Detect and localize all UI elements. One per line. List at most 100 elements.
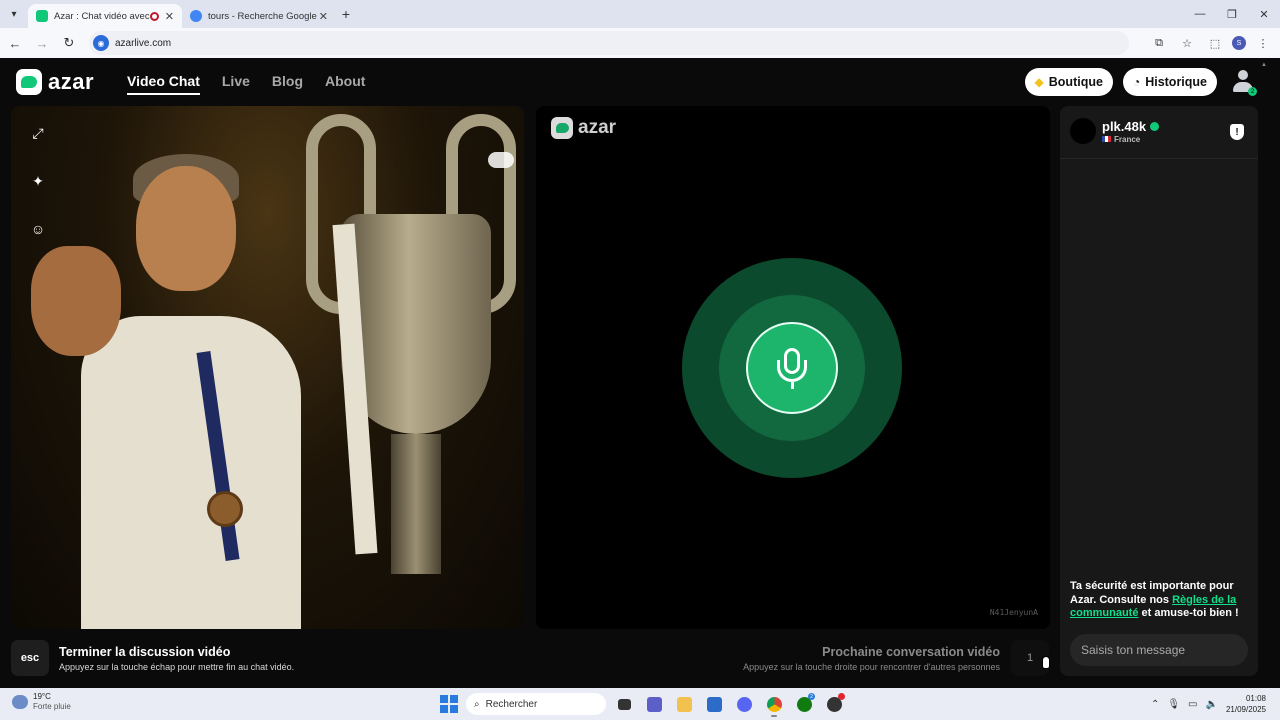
tray-chevron-icon[interactable]: ⌃ [1151,699,1159,710]
report-shield-icon[interactable]: ! [1230,124,1244,140]
safety-text-end: et amuse-toi bien ! [1138,607,1239,619]
close-window-icon[interactable]: ✕ [1248,0,1280,28]
google-favicon-icon [190,10,202,22]
azar-logo-icon [16,69,42,95]
tab-title: Azar : Chat vidéo avec de n [54,10,150,22]
back-icon[interactable]: ← [3,31,27,55]
nav-blog[interactable]: Blog [272,73,303,95]
peer-name: plk.48k [1102,118,1147,134]
esc-key-button[interactable]: esc [11,640,49,676]
main-nav: Video Chat Live Blog About [127,73,365,95]
header-buttons: ◆ Boutique ◔ Historique [1024,68,1217,96]
volume-icon[interactable]: 🔈 [1206,699,1218,710]
chat-divider [1060,158,1258,159]
france-flag-icon [1102,136,1111,142]
toolbar-actions: ⧉ ☆ ⬚ S ⋮ [1148,28,1274,58]
microphone-tray-icon[interactable]: 🎙 [1167,699,1180,710]
clock-time: 01:08 [1245,694,1266,703]
notification-badge: 2 [808,693,815,700]
install-app-icon[interactable]: ⧉ [1148,32,1170,54]
peer-avatar [1070,118,1096,144]
weather-widget[interactable]: 19°C Forte pluie [12,692,71,712]
xbox-icon[interactable]: 2 [792,693,816,715]
windows-start-icon[interactable] [438,693,460,715]
partner-video-view: azar N41JenyunA [536,106,1050,629]
store-icon[interactable] [702,693,726,715]
menu-kebab-icon[interactable]: ⋮ [1252,32,1274,54]
historique-label: Historique [1145,75,1207,89]
browser-toolbar: ← → ↻ ◉ azarlive.com ⧉ ☆ ⬚ S ⋮ [0,28,1280,58]
azar-logo-icon [551,117,573,139]
rain-cloud-icon [12,695,28,709]
window-controls: — ❐ ✕ [1184,0,1280,28]
historique-button[interactable]: ◔ Historique [1122,68,1217,96]
end-chat-title: Terminer la discussion vidéo [59,645,231,659]
teams-icon[interactable] [642,693,666,715]
app-icon[interactable] [822,693,846,715]
azar-favicon-icon [36,10,48,22]
scrollbar-up-arrow-icon[interactable]: ▲ [1261,62,1268,68]
clock-date: 21/09/2025 [1225,705,1266,714]
next-chat-hint: Appuyez sur la touche droite pour rencon… [743,662,1000,672]
taskbar-apps: ⌕ Rechercher 2 [438,692,846,717]
tab-google[interactable]: tours - Recherche Google ✕ [182,4,336,28]
gem-icon: ◆ [1034,75,1044,89]
file-explorer-icon[interactable] [672,693,696,715]
windows-taskbar: 19°C Forte pluie ⌕ Rechercher 2 ⌃ 🎙 ▭ 🔈 … [0,688,1280,720]
nav-about[interactable]: About [325,73,365,95]
browser-tab-strip: ▾ Azar : Chat vidéo avec de n ✕ tours - … [0,0,1280,28]
microphone-button[interactable] [746,322,838,414]
logo-text: azar [48,69,95,94]
extensions-icon[interactable]: ⬚ [1204,32,1226,54]
weather-temp: 19°C [33,692,51,701]
end-chat-hint: Appuyez sur la touche échap pour mettre … [59,662,295,672]
taskbar-search-label: Rechercher [485,698,538,710]
search-icon: ⌕ [474,698,480,710]
forward-icon[interactable]: → [30,31,54,55]
boutique-button[interactable]: ◆ Boutique [1024,68,1113,96]
chat-panel: plk.48k France ! Ta sécurité est importa… [1060,106,1258,676]
safety-notice: Ta sécurité est importante pour Azar. Co… [1070,580,1252,621]
restore-icon[interactable]: ❐ [1216,0,1248,28]
close-tab-icon[interactable]: ✕ [165,10,174,23]
recording-icon [149,11,159,21]
bookmark-star-icon[interactable]: ☆ [1176,32,1198,54]
close-tab-icon[interactable]: ✕ [319,10,328,23]
message-input[interactable] [1070,634,1248,666]
face-filter-icon[interactable]: ☺ [27,218,49,240]
partner-logo-text: azar [578,117,617,138]
boutique-label: Boutique [1048,75,1103,89]
self-video-tools: ⤢ ✦ ☺ [27,122,49,240]
azar-logo[interactable]: azar [16,69,94,95]
nav-video-chat[interactable]: Video Chat [127,73,200,95]
task-view-icon[interactable] [612,693,636,715]
url-text: azarlive.com [115,37,172,49]
partner-azar-logo: azar [551,117,616,139]
chrome-icon[interactable] [762,693,786,717]
camera-toggle[interactable] [488,152,514,168]
tab-azar[interactable]: Azar : Chat vidéo avec de n ✕ [28,4,182,28]
clock[interactable]: 01:08 21/09/2025 [1226,693,1266,715]
profile-avatar[interactable]: S [1232,36,1246,50]
discord-icon[interactable] [732,693,756,715]
effects-sparkle-icon[interactable]: ✦ [27,170,49,192]
camera-image-trophy [306,114,516,584]
microphone-icon [775,346,809,390]
taskbar-search[interactable]: ⌕ Rechercher [466,693,606,715]
address-bar[interactable]: ◉ azarlive.com [89,31,1129,55]
network-icon[interactable]: ▭ [1188,699,1197,710]
camera-image-medal [207,491,243,527]
user-avatar[interactable]: 2 [1232,70,1257,96]
new-tab-button[interactable]: + [336,6,356,22]
reload-icon[interactable]: ↻ [57,31,81,55]
site-info-icon[interactable]: ◉ [93,35,109,51]
tab-title: tours - Recherche Google [208,10,317,22]
tab-search-button[interactable]: ▾ [0,0,28,28]
nav-live[interactable]: Live [222,73,250,95]
system-tray: ⌃ 🎙 ▭ 🔈 01:08 21/09/2025 [1151,692,1266,716]
minimize-icon[interactable]: — [1184,0,1216,28]
camera-image-player [31,146,301,629]
fullscreen-toggle-icon[interactable]: ⤢ [27,122,49,144]
peer-info[interactable]: plk.48k France [1070,118,1160,144]
mouse-cursor-icon [1042,656,1052,670]
